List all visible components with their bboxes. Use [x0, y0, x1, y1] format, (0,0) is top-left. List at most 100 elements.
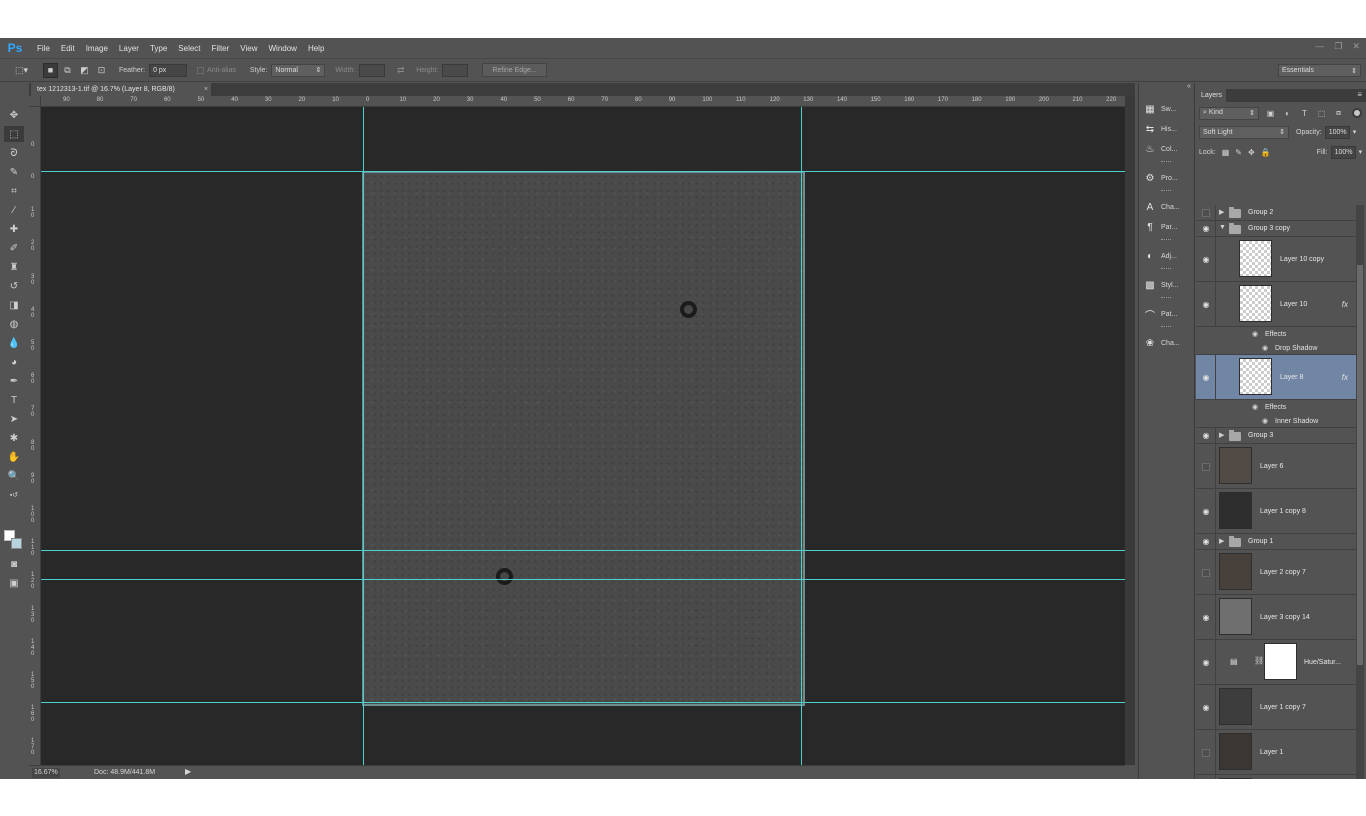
opacity-slider-icon[interactable]: ▾	[1353, 128, 1357, 136]
menu-select[interactable]: Select	[178, 44, 200, 53]
height-input[interactable]	[442, 63, 469, 77]
layer-row-layer-2-copy-7[interactable]: Layer 2 copy 7	[1196, 550, 1356, 595]
screen-mode-icon[interactable]: ▣	[4, 575, 24, 591]
eye-icon[interactable]: ◉	[1200, 703, 1212, 713]
layer-effects-row[interactable]: ◉ Effects	[1196, 327, 1356, 341]
brush-tool-icon[interactable]: ✐	[4, 240, 24, 256]
guide-vertical[interactable]	[363, 107, 364, 765]
lock-image-icon[interactable]: ✎	[1235, 147, 1242, 157]
background-color-swatch[interactable]	[11, 538, 22, 549]
hand-tool-icon[interactable]: ✋	[4, 449, 24, 465]
horizontal-ruler[interactable]: 90 80 70 60 50 40 30 20 10 0 10 20 30 40 50 60 70 80 90 100…	[41, 96, 1125, 107]
layer-group-row-group-3[interactable]: ◉ ▶ Group 3	[1196, 428, 1356, 444]
move-tool-icon[interactable]: ✥	[4, 107, 24, 123]
filter-kind-dropdown[interactable]: ⌕ Kind ⇕	[1199, 106, 1259, 120]
style-dropdown[interactable]: Normal ⇕	[271, 63, 326, 77]
feather-input[interactable]: 0 px	[149, 63, 188, 77]
layers-scrollbar-thumb[interactable]	[1357, 265, 1363, 665]
layer-thumbnail[interactable]	[1239, 240, 1272, 277]
filter-shape-icon[interactable]: ⬚	[1316, 108, 1327, 119]
layer-thumbnail[interactable]	[1219, 688, 1252, 725]
guide-horizontal[interactable]	[41, 579, 1125, 580]
eye-icon[interactable]: ◉	[1200, 658, 1212, 668]
width-input[interactable]	[359, 63, 386, 77]
fill-input[interactable]: 100%	[1330, 145, 1356, 159]
subtract-from-selection-icon[interactable]: ◩	[77, 63, 92, 78]
guide-vertical[interactable]	[801, 107, 802, 765]
fill-slider-icon[interactable]: ▾	[1359, 148, 1363, 156]
healing-brush-tool-icon[interactable]: ✚	[4, 221, 24, 237]
paint-bucket-tool-icon[interactable]: ◍	[4, 316, 24, 332]
custom-shape-tool-icon[interactable]: ✱	[4, 430, 24, 446]
quick-mask-icon[interactable]: ◙	[4, 556, 24, 572]
vertical-ruler[interactable]: 0 0 10 20 30 40 50 60 70 80 90 100 110 120 130 140 150 16…	[29, 107, 41, 765]
rectangular-marquee-tool-icon[interactable]: ⬚	[4, 126, 24, 142]
chain-link-icon[interactable]: ⛓	[1254, 656, 1264, 665]
pen-tool-icon[interactable]: ✒	[4, 373, 24, 389]
blur-tool-icon[interactable]: 💧	[4, 335, 24, 351]
canvas-area[interactable]	[41, 107, 1125, 765]
menu-file[interactable]: File	[37, 44, 50, 53]
swap-width-height-icon[interactable]: ⇄	[393, 63, 408, 78]
eraser-tool-icon[interactable]: ◨	[4, 297, 24, 313]
filter-pixel-icon[interactable]: ▣	[1265, 108, 1276, 119]
dock-styles[interactable]: ▩ Styl...	[1144, 277, 1178, 293]
layer-row-layer-10[interactable]: ◉ Layer 10 fx	[1196, 282, 1356, 327]
lasso-tool-icon[interactable]: ᘐ	[4, 145, 24, 161]
dock-swatches[interactable]: ▦ Sw...	[1144, 101, 1176, 117]
status-menu-arrow-icon[interactable]: ▶	[185, 767, 191, 776]
layer-row-layer-3-copy-14[interactable]: ◉ Layer 3 copy 14	[1196, 595, 1356, 640]
menu-edit[interactable]: Edit	[61, 44, 75, 53]
layer-thumbnail[interactable]	[1219, 598, 1252, 635]
dock-paragraph[interactable]: ¶ Par...	[1144, 219, 1177, 235]
layer-group-row-group-1[interactable]: ◉ ▶ Group 1	[1196, 534, 1356, 550]
workspace-dropdown[interactable]: Essentials ⇕	[1278, 64, 1361, 77]
chevron-right-icon[interactable]: ▶	[1219, 537, 1227, 545]
layer-effect-row-drop-shadow[interactable]: ◉ Drop Shadow	[1196, 341, 1356, 355]
dock-character[interactable]: A Cha...	[1144, 199, 1180, 215]
eye-icon[interactable]: ◉	[1252, 403, 1262, 411]
layer-group-row-group-2[interactable]: ▶ Group 2	[1196, 205, 1356, 221]
eye-icon[interactable]: ◉	[1252, 330, 1262, 338]
layer-thumbnail[interactable]	[1219, 492, 1252, 529]
dodge-tool-icon[interactable]: ◕	[4, 354, 24, 370]
zoom-level[interactable]: 16.67%	[32, 768, 60, 778]
eye-icon[interactable]: ◉	[1200, 255, 1212, 265]
marquee-tool-preset-icon[interactable]: ⬚▾	[14, 63, 29, 78]
hidden-eye-box[interactable]	[1202, 749, 1210, 757]
minimize-button[interactable]: —	[1315, 41, 1324, 52]
hidden-eye-box[interactable]	[1202, 209, 1210, 217]
menu-view[interactable]: View	[240, 44, 257, 53]
lock-position-icon[interactable]: ✥	[1248, 147, 1255, 157]
ruler-origin[interactable]	[29, 96, 41, 107]
opacity-input[interactable]: 100%	[1324, 125, 1350, 139]
clone-stamp-tool-icon[interactable]: ♜	[4, 259, 24, 275]
eye-icon[interactable]: ◉	[1200, 224, 1212, 234]
filter-smart-object-icon[interactable]: ⧈	[1333, 108, 1344, 119]
eye-icon[interactable]: ◉	[1200, 300, 1212, 310]
filter-adjustment-icon[interactable]: ◐	[1282, 108, 1293, 119]
add-to-selection-icon[interactable]: ⧉	[60, 63, 75, 78]
default-colors-icon[interactable]: ▪↺	[4, 487, 24, 503]
chevron-right-icon[interactable]: ▶	[1219, 431, 1227, 439]
history-brush-tool-icon[interactable]: ↺	[4, 278, 24, 294]
blend-mode-dropdown[interactable]: Soft Light ⇕	[1199, 125, 1289, 139]
eye-icon[interactable]: ◉	[1200, 537, 1212, 547]
layer-row-hue-satur[interactable]: ◉ ▤ ⛓ Hue/Satur...	[1196, 640, 1356, 685]
anti-alias-checkbox[interactable]: Anti-alias	[197, 66, 236, 74]
guide-horizontal[interactable]	[41, 171, 1125, 172]
layers-scrollbar[interactable]	[1356, 205, 1364, 779]
eye-icon[interactable]: ◉	[1200, 373, 1212, 383]
guide-horizontal[interactable]	[41, 550, 1125, 551]
layer-thumbnail[interactable]	[1219, 733, 1252, 770]
layer-thumbnail[interactable]	[1219, 553, 1252, 590]
dock-adjustments[interactable]: ◐ Adj...	[1144, 248, 1177, 264]
type-tool-icon[interactable]: T	[4, 392, 24, 408]
document-canvas[interactable]	[362, 171, 805, 706]
layer-mask-thumbnail[interactable]	[1264, 643, 1297, 680]
refine-edge-button[interactable]: Refine Edge...	[482, 63, 547, 77]
filter-type-icon[interactable]: T	[1299, 108, 1310, 119]
hidden-eye-box[interactable]	[1202, 463, 1210, 471]
document-tab[interactable]: tex 1212313-1.tif @ 16.7% (Layer 8, RGB/…	[31, 83, 211, 96]
menu-type[interactable]: Type	[150, 44, 167, 53]
